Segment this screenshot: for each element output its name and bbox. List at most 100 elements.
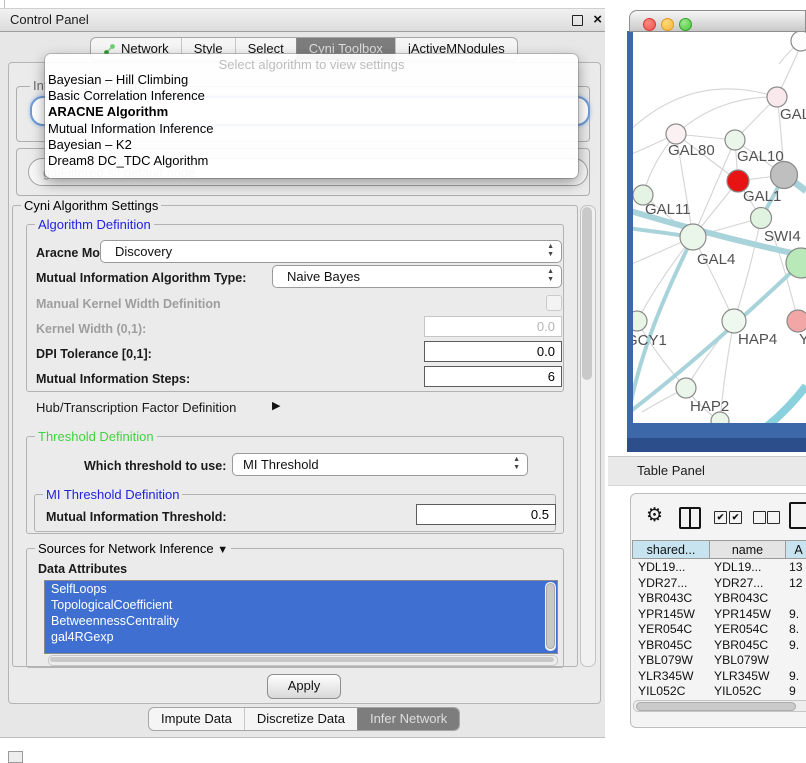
- expand-right-icon[interactable]: ▶: [272, 399, 280, 412]
- kernel-width-label: Kernel Width (0,1):: [36, 322, 146, 336]
- apply-button[interactable]: Apply: [267, 674, 341, 699]
- attributes-hscrollbar[interactable]: [48, 655, 558, 666]
- unchecked-checkbox-icon[interactable]: [767, 511, 780, 524]
- mi-threshold-label: Mutual Information Threshold:: [46, 510, 227, 524]
- algorithm-option[interactable]: Bayesian – K2: [48, 137, 575, 153]
- network-node[interactable]: [725, 130, 745, 150]
- column-header-shared-name[interactable]: shared...: [632, 540, 710, 559]
- network-window-frame-shadow: [627, 438, 806, 452]
- tab-impute-data[interactable]: Impute Data: [149, 708, 244, 730]
- table-row[interactable]: YPR145WYPR145W9.: [632, 607, 806, 623]
- aracne-mode-combo[interactable]: Discovery ▲▼: [100, 240, 562, 263]
- table-hscrollbar-thumb[interactable]: [636, 702, 796, 711]
- network-node[interactable]: [767, 87, 787, 107]
- table-row[interactable]: YBL079WYBL079W: [632, 653, 806, 669]
- float-window-icon[interactable]: [572, 15, 583, 26]
- close-icon[interactable]: ×: [593, 10, 602, 30]
- data-attributes-list[interactable]: SelfLoopsTopologicalCoefficientBetweenne…: [44, 580, 558, 654]
- algorithm-option[interactable]: Basic Correlation Inference: [48, 88, 575, 104]
- attributes-scrollbar-thumb[interactable]: [546, 583, 555, 649]
- network-edge: [693, 237, 734, 321]
- network-node[interactable]: [771, 162, 798, 189]
- table-row[interactable]: YER054CYER054C8.: [632, 622, 806, 638]
- network-node[interactable]: [680, 224, 706, 250]
- kernel-width-field[interactable]: 0.0: [424, 316, 562, 337]
- attribute-item[interactable]: TopologicalCoefficient: [45, 597, 537, 613]
- settings-scrollbar-thumb[interactable]: [582, 207, 592, 380]
- network-node[interactable]: [787, 310, 806, 332]
- collapse-down-icon[interactable]: ▼: [217, 544, 228, 556]
- sources-group-title[interactable]: Sources for Network Inference ▼: [35, 541, 231, 556]
- algorithm-definition-title: Algorithm Definition: [35, 217, 154, 232]
- algorithm-option[interactable]: Dream8 DC_TDC Algorithm: [48, 153, 575, 169]
- close-traffic-light[interactable]: [643, 18, 656, 31]
- node-label: GAL1: [743, 188, 781, 205]
- network-node[interactable]: [633, 311, 647, 331]
- manual-kernel-label: Manual Kernel Width Definition: [36, 297, 221, 311]
- control-panel-title: Control Panel: [10, 9, 89, 31]
- settings-scrollbar[interactable]: [580, 205, 596, 667]
- node-label: GAL80: [668, 142, 715, 159]
- unchecked-checkbox-icon[interactable]: [753, 511, 766, 524]
- split-columns-icon[interactable]: [679, 507, 701, 529]
- algorithm-option[interactable]: Mutual Information Inference: [48, 121, 575, 137]
- mi-type-label: Mutual Information Algorithm Type:: [36, 271, 246, 285]
- table-row[interactable]: YDL19...YDL19...13: [632, 560, 806, 576]
- table-row[interactable]: YIL052CYIL052C9: [632, 684, 806, 700]
- tab-infer-network[interactable]: Infer Network: [357, 708, 459, 730]
- mi-type-combo[interactable]: Naive Bayes ▲▼: [272, 265, 562, 288]
- hub-definition-expander[interactable]: Hub/Transcription Factor Definition: [36, 400, 236, 415]
- attribute-item[interactable]: SelfLoops: [45, 581, 537, 597]
- cyni-algorithm-settings-title: Cyni Algorithm Settings: [21, 198, 161, 213]
- attribute-item[interactable]: BetweennessCentrality: [45, 613, 537, 629]
- mi-steps-field[interactable]: 6: [424, 366, 562, 387]
- attribute-item[interactable]: gal4RGexp: [45, 629, 537, 645]
- dpi-tolerance-field[interactable]: 0.0: [424, 341, 562, 362]
- attributes-scrollbar[interactable]: [545, 582, 556, 651]
- network-window-frame: [627, 423, 806, 438]
- network-node[interactable]: [676, 378, 696, 398]
- minimize-traffic-light[interactable]: [661, 18, 674, 31]
- manual-kernel-checkbox[interactable]: [546, 295, 562, 311]
- threshold-definition-title: Threshold Definition: [35, 429, 157, 444]
- network-node[interactable]: [751, 208, 772, 229]
- which-threshold-combo[interactable]: MI Threshold ▲▼: [232, 453, 528, 476]
- table-row[interactable]: YBR043CYBR043C: [632, 591, 806, 607]
- zoom-traffic-light[interactable]: [679, 18, 692, 31]
- network-view[interactable]: GALGAL80GAL10GAL1SWI4GAL11GAL4GCY1HAP4YH…: [633, 32, 806, 423]
- stepper-arrows-icon: ▲▼: [513, 456, 520, 472]
- tab-discretize-data[interactable]: Discretize Data: [244, 708, 357, 730]
- bottom-tabs: Impute Data Discretize Data Infer Networ…: [148, 707, 460, 731]
- data-attributes-label: Data Attributes: [38, 562, 127, 576]
- node-label: GAL10: [737, 148, 784, 165]
- document-icon[interactable]: [789, 502, 806, 529]
- node-label: GAL4: [697, 251, 735, 268]
- checked-checkbox-icon[interactable]: ✔: [729, 511, 742, 524]
- table-row[interactable]: YDR27...YDR27...12: [632, 576, 806, 592]
- dropdown-placeholder: Select algorithm to view settings: [45, 57, 578, 72]
- node-table-rows: YDL19...YDL19...13YDR27...YDR27...12YBR0…: [632, 560, 806, 702]
- algorithm-dropdown-list: Bayesian – Hill ClimbingBasic Correlatio…: [48, 72, 575, 169]
- checked-checkbox-icon[interactable]: ✔: [714, 511, 727, 524]
- table-row[interactable]: YBR045CYBR045C9.: [632, 638, 806, 654]
- network-node[interactable]: [722, 309, 746, 333]
- node-label: HAP4: [738, 331, 777, 348]
- gear-icon[interactable]: ⚙: [646, 504, 663, 526]
- network-window-titlebar[interactable]: [629, 10, 806, 32]
- collapsed-panel-icon[interactable]: [8, 751, 23, 763]
- stepper-arrows-icon: ▲▼: [547, 243, 554, 259]
- window-edge-line: [4, 0, 5, 8]
- table-header: shared... name A: [632, 540, 806, 559]
- network-node[interactable]: [791, 32, 806, 51]
- network-edge: [633, 89, 777, 133]
- table-hscrollbar[interactable]: [633, 700, 806, 712]
- algorithm-option[interactable]: ARACNE Algorithm: [48, 104, 575, 120]
- mi-threshold-field[interactable]: 0.5: [416, 504, 556, 525]
- network-canvas-svg: GALGAL80GAL10GAL1SWI4GAL11GAL4GCY1HAP4YH…: [633, 32, 806, 423]
- column-header-partial[interactable]: A: [786, 540, 806, 559]
- table-row[interactable]: YLR345WYLR345W9.: [632, 669, 806, 685]
- algorithm-option[interactable]: Bayesian – Hill Climbing: [48, 72, 575, 88]
- control-panel-titlebar: Control Panel ×: [0, 8, 605, 32]
- column-header-name[interactable]: name: [710, 540, 786, 559]
- network-node[interactable]: [666, 124, 686, 144]
